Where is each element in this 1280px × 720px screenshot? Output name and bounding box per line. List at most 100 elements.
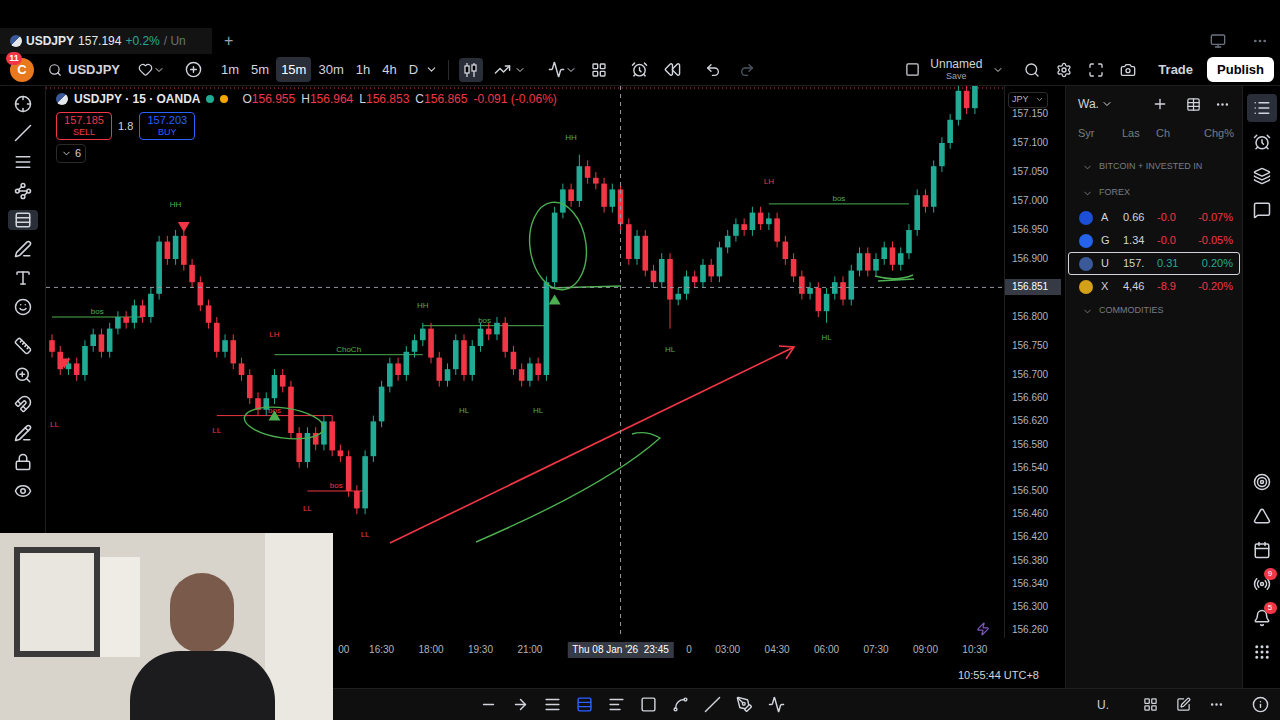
fullscreen-icon[interactable]: [1088, 62, 1104, 78]
columns-icon[interactable]: [1186, 97, 1201, 112]
drawing-tool-icon[interactable]: [480, 696, 497, 713]
crosshair-icon: [14, 95, 32, 113]
more-icon[interactable]: [1252, 33, 1268, 49]
group-header[interactable]: COMMODITIES: [1066, 298, 1242, 324]
watchlist-row[interactable]: A0.66-0.0-0.07%: [1068, 206, 1240, 229]
right-tool[interactable]: [1247, 196, 1277, 224]
candle: [585, 160, 591, 183]
bottom-more-icon[interactable]: [1209, 697, 1224, 712]
favorite-icon[interactable]: [138, 62, 153, 77]
left-tool[interactable]: [8, 181, 38, 201]
drawing-tool-icon[interactable]: [512, 696, 529, 713]
new-tab-button[interactable]: +: [224, 29, 233, 53]
replay-icon[interactable]: [664, 61, 681, 78]
right-tool[interactable]: 9: [1247, 570, 1277, 598]
legend-symbol[interactable]: USDJPY · 15 · OANDA: [74, 90, 200, 108]
watchlist-row[interactable]: X4,46-8.9-0.20%: [1068, 275, 1240, 298]
right-tool[interactable]: [1247, 468, 1277, 496]
sell-button[interactable]: 157.185SELL: [56, 112, 112, 140]
interval-button[interactable]: 4h: [377, 57, 401, 83]
layout-grid-icon[interactable]: [1143, 697, 1158, 712]
drawing-tool-icon[interactable]: [768, 696, 785, 713]
help-icon[interactable]: [1252, 696, 1269, 713]
drawing-tool-icon[interactable]: [736, 696, 753, 713]
left-tool[interactable]: [8, 123, 38, 143]
edit-icon[interactable]: [1176, 697, 1191, 712]
redo-icon[interactable]: [739, 62, 755, 78]
buy-button[interactable]: 157.203BUY: [139, 112, 195, 140]
drawing-tool-icon[interactable]: [608, 696, 625, 713]
quick-search-icon[interactable]: [1024, 62, 1040, 78]
group-header[interactable]: FOREX: [1066, 180, 1242, 206]
avatar[interactable]: C11: [10, 58, 34, 82]
trade-button[interactable]: Trade: [1150, 57, 1201, 83]
currency-select[interactable]: JPY: [1008, 92, 1048, 108]
layout-icon[interactable]: [905, 62, 920, 77]
right-tool[interactable]: [1247, 94, 1277, 122]
watchlist-row[interactable]: G1.34-0.0-0.05%: [1068, 229, 1240, 252]
style-chevron-icon[interactable]: [514, 64, 526, 76]
compare-icon[interactable]: [185, 61, 202, 78]
chart-style-button[interactable]: [459, 58, 483, 82]
account-label[interactable]: U.: [1097, 696, 1109, 714]
left-tool[interactable]: [8, 481, 38, 501]
interval-button[interactable]: 1m: [216, 57, 244, 83]
publish-button[interactable]: Publish: [1207, 57, 1274, 83]
chart-style-button[interactable]: [491, 58, 514, 81]
drawing-tool-icon[interactable]: [640, 696, 657, 713]
left-tool[interactable]: [8, 210, 38, 230]
group-header[interactable]: BITCOIN + INVESTED IN: [1066, 154, 1242, 180]
interval-button[interactable]: 5m: [246, 57, 274, 83]
window-top: USDJPY157.194+0.2%/ Un +: [0, 0, 1280, 54]
right-tool[interactable]: [1247, 502, 1277, 530]
watchlist-title[interactable]: Wa.: [1078, 95, 1099, 113]
favorite-chevron-icon[interactable]: [153, 64, 165, 76]
right-tool[interactable]: [1247, 162, 1277, 190]
layout-name[interactable]: UnnamedSave: [930, 58, 982, 82]
add-symbol-icon[interactable]: [1152, 96, 1168, 112]
drawing-tool-icon[interactable]: [704, 696, 721, 713]
indicators-toggle[interactable]: 6: [56, 144, 86, 163]
drawing-tool-icon[interactable]: [544, 696, 561, 713]
left-tool[interactable]: [8, 239, 38, 259]
right-tool[interactable]: [1247, 128, 1277, 156]
monitor-icon[interactable]: [1210, 33, 1226, 49]
interval-chevron-icon[interactable]: [425, 63, 438, 76]
left-tool[interactable]: [8, 452, 38, 472]
left-tool[interactable]: [8, 152, 38, 172]
indicators-icon[interactable]: [548, 61, 565, 78]
interval-button[interactable]: 15m: [276, 57, 311, 83]
interval-button[interactable]: D: [404, 57, 423, 83]
symbol-search[interactable]: USDJPY: [42, 58, 130, 82]
left-tool[interactable]: [8, 297, 38, 317]
snapshot-icon[interactable]: [1120, 62, 1136, 78]
left-tool[interactable]: [8, 394, 38, 414]
left-tool[interactable]: [8, 94, 38, 114]
drawing-tool-icon[interactable]: [672, 696, 689, 713]
candle: [189, 259, 195, 288]
watchlist-more-icon[interactable]: [1215, 97, 1230, 112]
templates-icon[interactable]: [591, 62, 607, 78]
right-tool[interactable]: 5: [1247, 604, 1277, 632]
watchlist-chevron-icon[interactable]: [1101, 98, 1113, 110]
interval-button[interactable]: 1h: [351, 57, 375, 83]
calendar-icon: [1253, 541, 1271, 559]
left-tool[interactable]: [8, 268, 38, 288]
lightning-icon[interactable]: [976, 622, 990, 636]
watchlist-row[interactable]: U157.0.310.20%: [1068, 252, 1240, 275]
left-tool[interactable]: [8, 336, 38, 356]
interval-button[interactable]: 30m: [313, 57, 348, 83]
drawing-tool-icon[interactable]: [576, 696, 593, 713]
left-tool[interactable]: [8, 423, 38, 443]
left-tool[interactable]: [8, 365, 38, 385]
candle: [280, 369, 286, 392]
settings-icon[interactable]: [1056, 62, 1072, 78]
symbol-tab[interactable]: USDJPY157.194+0.2%/ Un: [0, 28, 212, 54]
indicators-chevron-icon[interactable]: [565, 64, 577, 76]
layout-chevron-icon[interactable]: [992, 64, 1004, 76]
undo-icon[interactable]: [705, 62, 721, 78]
right-tool[interactable]: [1247, 536, 1277, 564]
right-tool[interactable]: [1247, 638, 1277, 666]
alert-icon[interactable]: [631, 61, 648, 78]
price-axis[interactable]: JPY157.150157.100157.050157.000156.95015…: [1004, 86, 1061, 638]
